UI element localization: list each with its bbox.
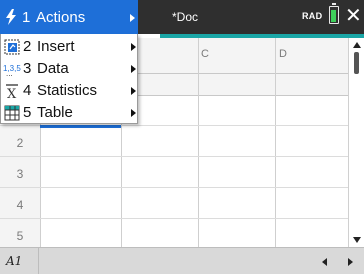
menu-item-number: 1 bbox=[22, 9, 31, 26]
submenu-arrow-icon bbox=[131, 43, 136, 51]
insert-cell-icon bbox=[3, 38, 21, 56]
menu-item-label: Actions bbox=[36, 9, 86, 26]
document-title[interactable]: *Doc bbox=[172, 10, 198, 24]
angle-mode-indicator: RAD bbox=[302, 11, 323, 21]
menu-item-table[interactable]: 5 Table bbox=[1, 102, 139, 124]
lightning-icon bbox=[2, 8, 20, 26]
menu-item-label: Insert bbox=[37, 38, 75, 55]
row-number[interactable]: 3 bbox=[0, 167, 40, 181]
svg-text:...: ... bbox=[6, 69, 13, 77]
scroll-thumb[interactable] bbox=[354, 52, 359, 74]
grid-line bbox=[0, 156, 348, 157]
battery-level bbox=[331, 10, 336, 22]
grid-line bbox=[0, 187, 348, 188]
menu-item-number: 2 bbox=[23, 38, 32, 55]
battery-icon bbox=[329, 3, 339, 24]
divider bbox=[38, 248, 39, 274]
menu-item-label: Data bbox=[37, 60, 69, 77]
menu-item-actions[interactable]: 1 Actions bbox=[0, 0, 138, 34]
menu-item-label: Table bbox=[37, 104, 73, 121]
scroll-up-icon[interactable] bbox=[353, 42, 361, 48]
svg-text:X: X bbox=[7, 87, 17, 99]
menu-item-label: Statistics bbox=[37, 82, 98, 99]
column-header-d[interactable]: D bbox=[279, 48, 287, 60]
menu-item-data[interactable]: 1,3,5 ... 3 Data bbox=[1, 58, 139, 80]
submenu-arrow-icon bbox=[131, 109, 136, 117]
menu-item-number: 3 bbox=[23, 60, 32, 77]
scroll-down-icon[interactable] bbox=[353, 237, 361, 243]
menu-item-number: 4 bbox=[23, 82, 32, 99]
table-icon bbox=[3, 104, 21, 122]
context-menu: 2 Insert 1,3,5 ... 3 Data X 4 Statistics bbox=[0, 34, 138, 124]
submenu-arrow-icon bbox=[131, 87, 136, 95]
bottom-bar: A1 bbox=[0, 247, 364, 274]
menu-item-insert[interactable]: 2 Insert bbox=[1, 36, 139, 58]
cell-reference[interactable]: A1 bbox=[6, 254, 22, 268]
vertical-scrollbar[interactable] bbox=[348, 38, 364, 247]
menu-item-number: 5 bbox=[23, 104, 32, 121]
scroll-left-icon[interactable] bbox=[322, 258, 327, 266]
row-number[interactable]: 5 bbox=[0, 229, 40, 243]
row-number[interactable]: 2 bbox=[0, 136, 40, 150]
column-header-c[interactable]: C bbox=[201, 48, 209, 60]
grid-line bbox=[275, 38, 276, 247]
submenu-arrow-icon bbox=[130, 14, 135, 22]
close-icon[interactable]: ✕ bbox=[345, 6, 362, 26]
row-number[interactable]: 4 bbox=[0, 198, 40, 212]
data-sequence-icon: 1,3,5 ... bbox=[3, 60, 21, 78]
grid-line bbox=[0, 218, 348, 219]
menu-item-statistics[interactable]: X 4 Statistics bbox=[1, 80, 139, 102]
scroll-right-icon[interactable] bbox=[348, 258, 353, 266]
mean-icon: X bbox=[3, 82, 21, 100]
submenu-arrow-icon bbox=[131, 65, 136, 73]
selected-cell-highlight bbox=[40, 125, 121, 128]
grid-line bbox=[198, 38, 199, 247]
